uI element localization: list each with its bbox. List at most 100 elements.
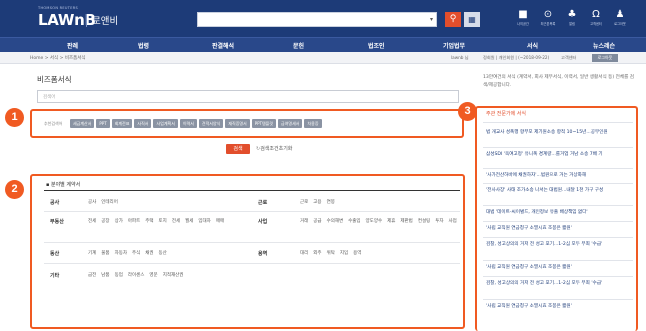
- category-items-etc: 금전 남품 동업 라이센스 영문 지적재산권: [88, 272, 258, 278]
- keyword-tag[interactable]: 이력서: [179, 119, 197, 128]
- category-link[interactable]: 투자: [435, 218, 443, 224]
- category-link[interactable]: 자동차: [115, 250, 127, 256]
- category-link[interactable]: 임대차: [198, 218, 210, 224]
- news-item[interactable]: 법 개교사 성폭행 항부모 제기원소송 항적 10~15년...공무인원: [486, 129, 630, 136]
- header-icon-3[interactable]: Ω 고객센터: [585, 9, 607, 33]
- chevron-down-icon[interactable]: ▾: [430, 16, 433, 23]
- news-item[interactable]: 검찰, 성고상의의 거저 전 성고 포기...1-2심 모두 무죄 '수급': [486, 241, 630, 248]
- header-icon-label: 최근본목록: [540, 22, 556, 26]
- logo-korean[interactable]: 로앤비: [92, 13, 118, 27]
- logo[interactable]: LAWnB: [38, 11, 96, 29]
- keyword-tag[interactable]: 급여명세서: [278, 119, 303, 128]
- category-link[interactable]: 동업: [115, 272, 123, 278]
- news-divider: [483, 183, 633, 184]
- category-link[interactable]: 전세: [172, 218, 180, 224]
- category-link[interactable]: 기계: [88, 250, 96, 256]
- row-divider: [44, 211, 460, 212]
- keyword-tag[interactable]: 회계전표: [111, 119, 133, 128]
- category-link[interactable]: 대리: [300, 250, 308, 256]
- category-link[interactable]: 공장: [101, 218, 109, 224]
- category-link[interactable]: 주식: [132, 250, 140, 256]
- category-link[interactable]: 인테리어: [101, 199, 118, 205]
- header-icon-0[interactable]: ■ 나의공간: [512, 9, 534, 33]
- header-icon-1[interactable]: ⊙ 최근본목록: [537, 9, 559, 33]
- keyword-tag[interactable]: 견적서양식: [198, 119, 224, 128]
- category-link[interactable]: 상가: [115, 218, 123, 224]
- category-link[interactable]: 용역: [353, 250, 361, 256]
- keyword-tag[interactable]: 차용증: [304, 119, 322, 128]
- nav-item[interactable]: 뉴스레슨: [593, 41, 615, 50]
- breadcrumb[interactable]: Home > 서식 > 비즈폼서식: [30, 55, 86, 61]
- nav-item[interactable]: 판결해석: [212, 41, 234, 50]
- keyword-tags: 세금계산서 PPT 회계전표 사직서 사업계획서 이력서 견적서양식 재직증명서…: [70, 119, 322, 128]
- global-search-input[interactable]: ▾: [197, 12, 437, 27]
- reset-search-button[interactable]: ↻검색조건초기화: [256, 145, 292, 152]
- category-link[interactable]: 거래: [300, 218, 308, 224]
- grid-icon: ▦: [468, 15, 476, 24]
- category-link[interactable]: 제판법: [400, 218, 412, 224]
- category-link[interactable]: 금전: [88, 272, 96, 278]
- nav-item[interactable]: 판례: [67, 41, 78, 50]
- news-item[interactable]: '사립 교직원 연금청구 소멸시효 조봉은 짧원': [486, 303, 630, 310]
- category-link[interactable]: 지적재산권: [163, 272, 184, 278]
- category-link[interactable]: 남품: [101, 272, 109, 278]
- news-item[interactable]: '사립 교직원 연금청구 소멸시효 조봉은 짧원': [486, 264, 630, 271]
- header-icon-4[interactable]: ♟ 로그아웃: [609, 9, 631, 33]
- category-link[interactable]: 수출입: [348, 218, 360, 224]
- category-link[interactable]: 수의해변: [327, 218, 344, 224]
- header-icon-label: 로그아웃: [614, 22, 626, 26]
- category-link[interactable]: 양도양수: [366, 218, 383, 224]
- news-item[interactable]: 대법 '데이트-씨이벌드, 개인정보 유출 배상책임 없다': [486, 209, 630, 216]
- category-link[interactable]: 외주: [313, 250, 321, 256]
- category-link[interactable]: 월세: [185, 218, 193, 224]
- category-link[interactable]: 라이센스: [128, 272, 145, 278]
- nav-item[interactable]: 서식: [527, 41, 538, 50]
- category-items-labor: 근로 고용 연봉: [300, 199, 460, 205]
- support-link[interactable]: 고객센터: [561, 55, 576, 61]
- keyword-tag[interactable]: PPT템플릿: [251, 119, 277, 128]
- nav-item[interactable]: 법령: [138, 41, 149, 50]
- category-link[interactable]: 근로: [300, 199, 308, 205]
- category-link[interactable]: 채권: [145, 250, 153, 256]
- header-icon-2[interactable]: ♣ 알림: [561, 9, 583, 33]
- category-link[interactable]: 동산: [159, 250, 167, 256]
- category-link[interactable]: 고용: [313, 199, 321, 205]
- category-link[interactable]: 아파트: [128, 218, 140, 224]
- category-link[interactable]: 매매: [216, 218, 224, 224]
- category-link[interactable]: 공사: [88, 199, 96, 205]
- keyword-tag[interactable]: PPT: [96, 119, 110, 128]
- category-link[interactable]: 제휴: [387, 218, 395, 224]
- search-button[interactable]: ⚲: [445, 12, 461, 27]
- nav-item[interactable]: 법조인: [368, 41, 385, 50]
- category-link[interactable]: 연봉: [327, 199, 335, 205]
- reset-label: 검색조건초기화: [260, 146, 293, 152]
- category-link[interactable]: 물품: [101, 250, 109, 256]
- news-item[interactable]: 검찰, 성고상의의 거저 전 성고 포기...1-2심 모두 무죄 '수급': [486, 280, 630, 287]
- news-item[interactable]: '전사사장' 사태 조가소송 나서는 대법원...내달 1천 가구 구성: [486, 187, 630, 194]
- grid-menu-button[interactable]: ▦: [464, 12, 480, 27]
- category-link[interactable]: 사업: [449, 218, 457, 224]
- keyword-tag[interactable]: 세금계산서: [70, 119, 95, 128]
- nav-item[interactable]: 기업법무: [443, 41, 465, 50]
- user-name: lawnb 님: [451, 55, 469, 60]
- form-search-input[interactable]: 검색어: [37, 90, 459, 103]
- category-link[interactable]: 영문: [149, 272, 157, 278]
- category-link[interactable]: 토지: [159, 218, 167, 224]
- news-item[interactable]: 삼성SDI '옥여고정' 유니폭 경계량...를거업 거남 소송 7배 기: [486, 151, 630, 158]
- news-item[interactable]: '사립 교직원 연금청구 소멸시효 조봉은 짧원': [486, 225, 630, 232]
- search-submit-button[interactable]: 검색: [226, 144, 250, 154]
- keyword-tag[interactable]: 사업계획서: [153, 119, 178, 128]
- news-divider: [483, 221, 633, 222]
- news-item[interactable]: '사가전산하바에 채권하자'...범원으로 거는 거상화해: [486, 172, 630, 179]
- category-link[interactable]: 공급: [313, 218, 321, 224]
- category-link[interactable]: 위탁: [327, 250, 335, 256]
- nav-item[interactable]: 문헌: [293, 41, 304, 50]
- category-link[interactable]: 컨설팅: [418, 218, 430, 224]
- keyword-tag[interactable]: 재직증명서: [225, 119, 250, 128]
- category-link[interactable]: 전세: [88, 218, 96, 224]
- category-link[interactable]: 주택: [145, 218, 153, 224]
- logout-button[interactable]: 로그아웃: [592, 54, 618, 62]
- keyword-tag[interactable]: 사직서: [134, 119, 152, 128]
- row-divider: [44, 263, 460, 264]
- category-link[interactable]: 지입: [340, 250, 348, 256]
